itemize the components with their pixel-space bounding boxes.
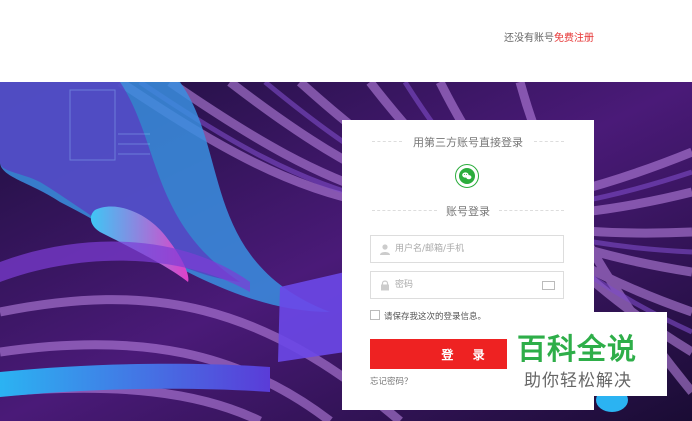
user-icon	[380, 244, 390, 255]
account-login-divider: 账号登录	[372, 203, 564, 218]
username-input[interactable]	[395, 241, 535, 257]
password-input[interactable]	[395, 277, 535, 293]
remember-login[interactable]: 请保存我这次的登录信息。	[370, 310, 486, 322]
watermark: 百科全说 助你轻松解决	[507, 312, 667, 396]
wechat-icon	[459, 168, 475, 184]
top-bar: 还没有账号免费注册	[0, 0, 692, 82]
register-prompt-text: 还没有账号	[504, 33, 554, 44]
watermark-title: 百科全说	[517, 332, 638, 366]
wechat-login-button[interactable]	[455, 164, 479, 188]
remember-label: 请保存我这次的登录信息。	[384, 312, 487, 322]
register-link[interactable]: 免费注册	[554, 33, 594, 44]
watermark-subtitle: 助你轻松解决	[524, 371, 632, 391]
username-field[interactable]	[370, 235, 564, 263]
password-field[interactable]	[370, 271, 564, 299]
account-login-title: 账号登录	[446, 205, 490, 218]
third-party-divider: 用第三方账号直接登录	[372, 134, 564, 149]
keyboard-icon[interactable]	[542, 281, 555, 290]
remember-checkbox[interactable]	[370, 310, 380, 320]
forgot-password-link[interactable]: 忘记密码？	[370, 375, 413, 387]
lock-icon	[381, 280, 389, 291]
third-party-title: 用第三方账号直接登录	[413, 136, 523, 149]
register-prompt: 还没有账号免费注册	[504, 29, 594, 44]
